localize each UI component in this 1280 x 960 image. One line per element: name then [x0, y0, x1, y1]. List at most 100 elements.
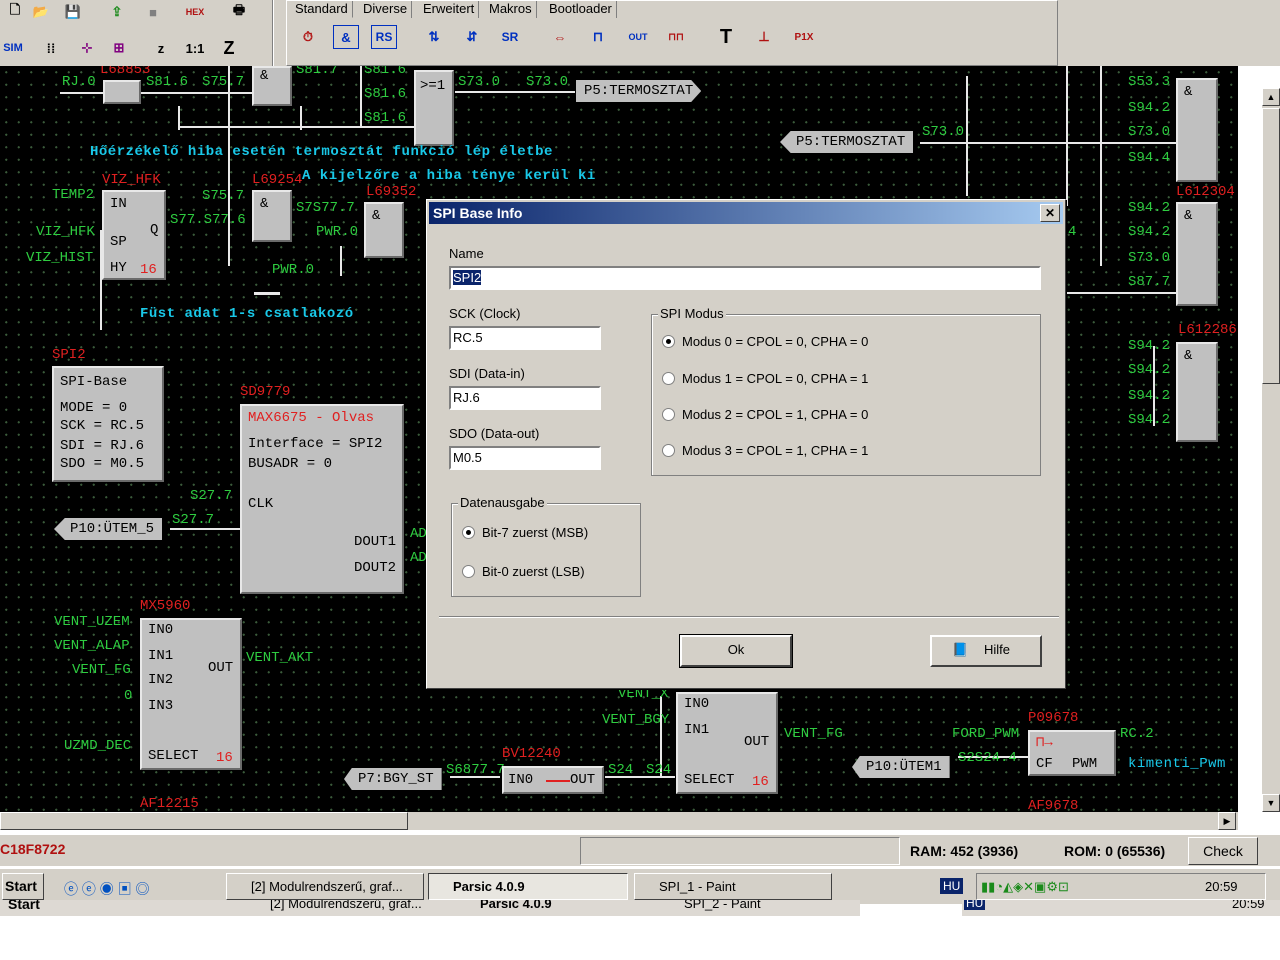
block-icon[interactable]: ⊞ [106, 36, 132, 60]
modus0-radio[interactable] [662, 335, 675, 348]
tab-diverse[interactable]: Diverse [359, 1, 413, 18]
modus1-label[interactable]: Modus 1 = CPOL = 0, CPHA = 1 [682, 371, 868, 386]
lsb-radio[interactable] [462, 565, 475, 578]
or-block[interactable]: >=1 [414, 70, 454, 146]
edge-icon[interactable]: ⇔ [547, 25, 573, 49]
scroll-thumb[interactable] [1262, 108, 1280, 384]
sdo-field[interactable]: M0.5 [449, 446, 601, 470]
datenausgabe-title: Datenausgabe [458, 495, 547, 510]
label-s24: S24 [608, 762, 634, 778]
hysteresis-block[interactable]: IN SP HY Q 16 [102, 190, 166, 280]
rom-usage: ROM: 0 (65536) [1064, 843, 1166, 859]
language-indicator[interactable]: HU [940, 878, 964, 894]
hex-icon[interactable]: HEX [182, 0, 208, 24]
ghost-start: Start [8, 900, 40, 912]
zoom-out-button[interactable]: Z [216, 36, 242, 60]
modus0-label[interactable]: Modus 0 = CPOL = 0, CPHA = 0 [682, 334, 868, 349]
modus1-radio[interactable] [662, 372, 675, 385]
hilfe-button[interactable]: 📘 Hilfe [930, 635, 1042, 667]
stop-icon[interactable]: ■ [140, 0, 166, 24]
logic-block[interactable] [103, 80, 141, 104]
horizontal-scrollbar[interactable]: ▶ [0, 812, 1238, 830]
msb-radio[interactable] [462, 526, 475, 539]
buffer-block[interactable]: IN0 OUT [502, 766, 604, 794]
label-s817: S81.7 [296, 66, 339, 78]
marker-icon[interactable]: ⊥ [751, 25, 777, 49]
output-icon[interactable]: OUT [625, 25, 651, 49]
vertical-scrollbar[interactable]: ▲ ▼ [1262, 88, 1280, 812]
multiplexer-block[interactable]: IN0 IN1 IN2 IN3 OUT SELECT 16 [140, 618, 242, 770]
wire [966, 76, 968, 196]
sim-button[interactable]: SIM [0, 36, 26, 60]
scroll-up-icon[interactable]: ▲ [1262, 88, 1280, 106]
compile-icon[interactable]: ⇪ [104, 0, 130, 24]
check-button[interactable]: Check [1188, 837, 1258, 865]
tab-erweitert[interactable]: Erweitert [419, 1, 480, 18]
modus3-radio[interactable] [662, 444, 675, 457]
max6675-block[interactable]: MAX6675 - Olvas Interface = SPI2 BUSADR … [240, 404, 404, 594]
tab-makros[interactable]: Makros [485, 1, 537, 18]
new-icon[interactable]: 🗋 [2, 0, 28, 24]
hscroll-thumb[interactable] [0, 812, 408, 830]
msb-label[interactable]: Bit-7 zuerst (MSB) [482, 525, 588, 540]
modus2-radio[interactable] [662, 408, 675, 421]
grid-icon[interactable]: ⁞⁞ [38, 36, 64, 60]
text-icon[interactable]: T [713, 25, 739, 49]
tray-icons[interactable]: ▮▮◔◭◈✕▣⚙⊡ [981, 879, 1069, 895]
and-block[interactable]: & [364, 202, 404, 258]
timer-icon[interactable]: ⏱ [295, 25, 321, 49]
scroll-right-icon[interactable]: ▶ [1218, 812, 1236, 830]
start-button[interactable]: Start [2, 873, 44, 900]
tab-standard[interactable]: Standard [291, 1, 353, 18]
flag-p5-termosztat-out[interactable]: P5:TERMOSZTAT [576, 80, 702, 102]
modus3-label[interactable]: Modus 3 = CPOL = 1, CPHA = 1 [682, 443, 868, 458]
task-modulrendszeru[interactable]: [2] Modulrendszerű, graf... [226, 873, 424, 900]
counter-vr-icon[interactable]: ⇵ [459, 25, 485, 49]
ok-button[interactable]: Ok [679, 634, 793, 668]
and-block[interactable]: & [1176, 342, 1218, 442]
label-s24: S24 [646, 762, 672, 778]
tab-bootloader[interactable]: Bootloader [545, 1, 617, 18]
and-block[interactable]: & [1176, 78, 1218, 182]
monoflop-icon[interactable]: ⊓⊓ [663, 25, 689, 49]
label-s816: S81.6 [364, 66, 407, 78]
and-block[interactable]: & [252, 66, 292, 106]
wire [228, 66, 230, 266]
task-parsic[interactable]: Parsic 4.0.9 [428, 873, 628, 900]
zoom-reset-button[interactable]: 1:1 [182, 36, 208, 60]
multiplexer-block[interactable]: IN0 IN1 OUT SELECT 16 [676, 692, 778, 794]
spi-base-block[interactable]: SPI-Base MODE = 0 SCK = RC.5 SDI = RJ.6 … [52, 366, 164, 482]
pulse-icon[interactable]: ⊓ [585, 25, 611, 49]
rs-flipflop-icon[interactable]: RS [371, 25, 397, 49]
flag-p5-termosztat-in[interactable]: P5:TERMOSZTAT [780, 131, 914, 153]
quicklaunch-ie-icon[interactable]: ⓔ ⓔ ◉ ▣ ◎ [64, 879, 150, 899]
flag-p10-utem1[interactable]: P10:ÜTEM1 [852, 756, 950, 778]
task-spi1-paint[interactable]: SPI_1 - Paint [634, 873, 832, 900]
flag-p10-utem5[interactable]: P10:ÜTEM_5 [54, 518, 163, 540]
and-block[interactable]: & [252, 190, 292, 242]
lsb-label[interactable]: Bit-0 zuerst (LSB) [482, 564, 585, 579]
pwm-block[interactable]: ⊓→ CF PWM [1028, 730, 1116, 776]
label-bv12240: BV12240 [502, 746, 561, 762]
shift-register-icon[interactable]: SR [497, 25, 523, 49]
and-block-icon[interactable]: & [333, 25, 359, 49]
ghost-taskbar: Start [2] Modulrendszerű, graf... Parsic… [0, 900, 860, 916]
modus2-label[interactable]: Modus 2 = CPOL = 1, CPHA = 0 [682, 407, 868, 422]
wire [360, 66, 362, 126]
zoom-in-button[interactable]: z [148, 36, 174, 60]
scroll-down-icon[interactable]: ▼ [1262, 794, 1280, 812]
close-icon[interactable]: ✕ [1040, 204, 1060, 222]
sdi-field[interactable]: RJ.6 [449, 386, 601, 410]
sck-field[interactable]: RC.5 [449, 326, 601, 350]
name-field[interactable]: SPI2 [449, 266, 1041, 290]
save-icon[interactable]: 💾 [60, 0, 86, 24]
label-s816: S81.6 [146, 74, 189, 90]
comment-thermostat: Hőérzékelő hiba esetén termosztát funkci… [90, 144, 553, 160]
and-block[interactable]: & [1176, 202, 1218, 306]
print-icon[interactable]: 🖶 [226, 0, 252, 24]
p1x-icon[interactable]: P1X [791, 25, 817, 49]
flag-p7-bgy-st[interactable]: P7:BGY_ST [344, 768, 442, 790]
wire-icon[interactable]: ⊹ [74, 36, 100, 60]
open-icon[interactable]: 📂 [28, 0, 54, 24]
counter-icon[interactable]: ⇅ [421, 25, 447, 49]
